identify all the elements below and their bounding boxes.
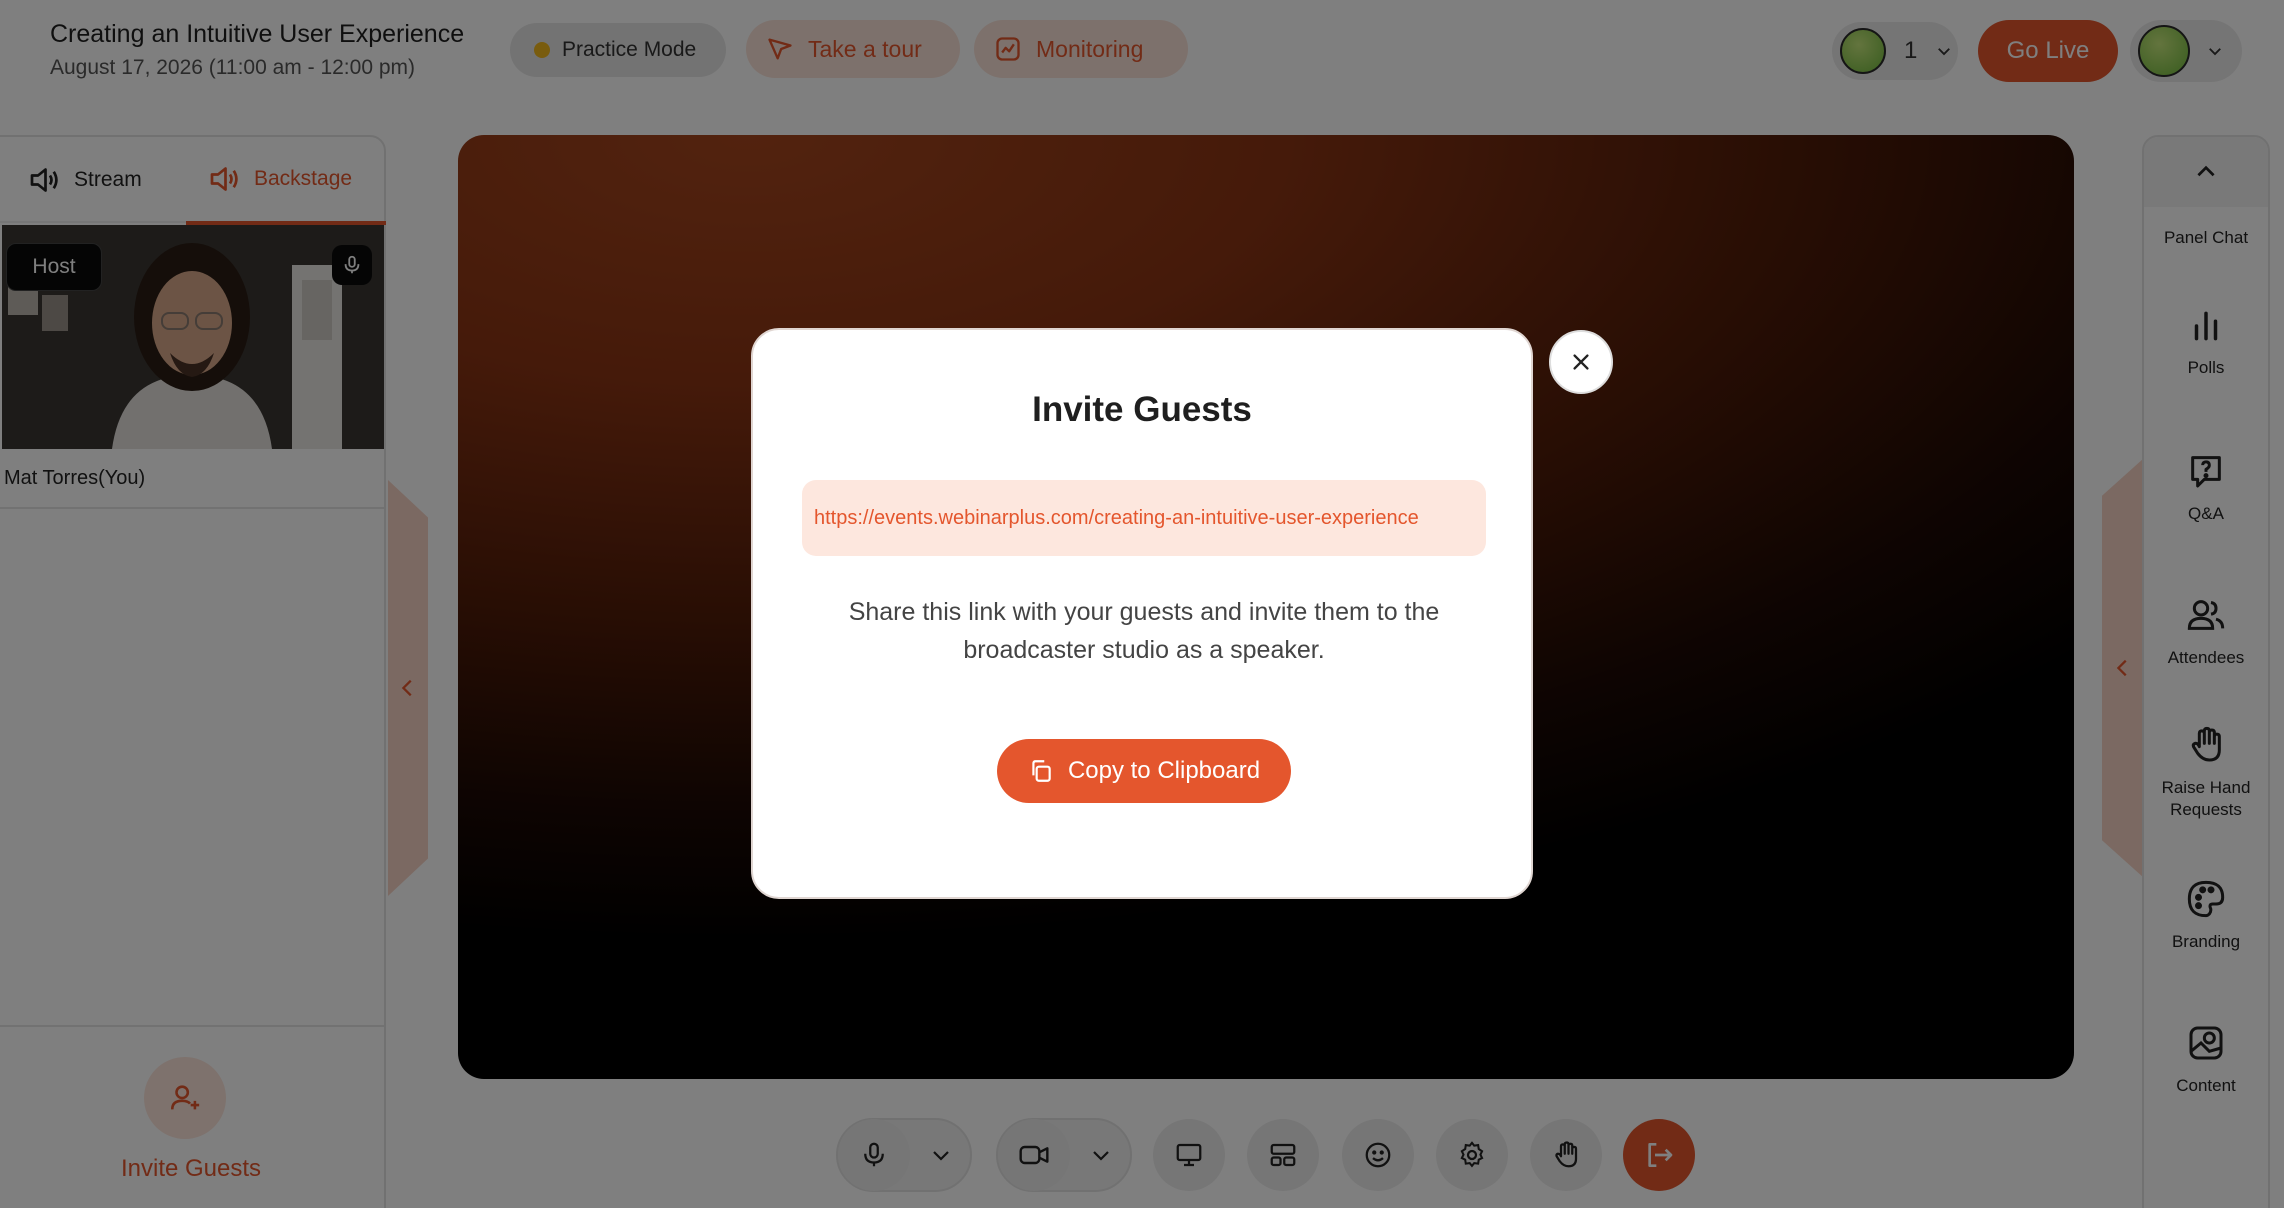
invite-link-field[interactable]: https://events.webinarplus.com/creating-… <box>802 480 1486 556</box>
copy-to-clipboard-label: Copy to Clipboard <box>1067 757 1261 784</box>
close-dialog-button[interactable] <box>1549 330 1613 394</box>
invite-guests-dialog: Invite Guests https://events.webinarplus… <box>751 328 1533 899</box>
dialog-title: Invite Guests <box>1032 390 1252 429</box>
dialog-description: Share this link with your guests and inv… <box>848 598 1440 664</box>
copy-to-clipboard-button[interactable]: Copy to Clipboard <box>997 739 1291 803</box>
close-icon <box>1573 354 1589 370</box>
invite-link-text[interactable]: https://events.webinarplus.com/creating-… <box>814 507 1419 530</box>
copy-icon <box>1032 760 1051 782</box>
